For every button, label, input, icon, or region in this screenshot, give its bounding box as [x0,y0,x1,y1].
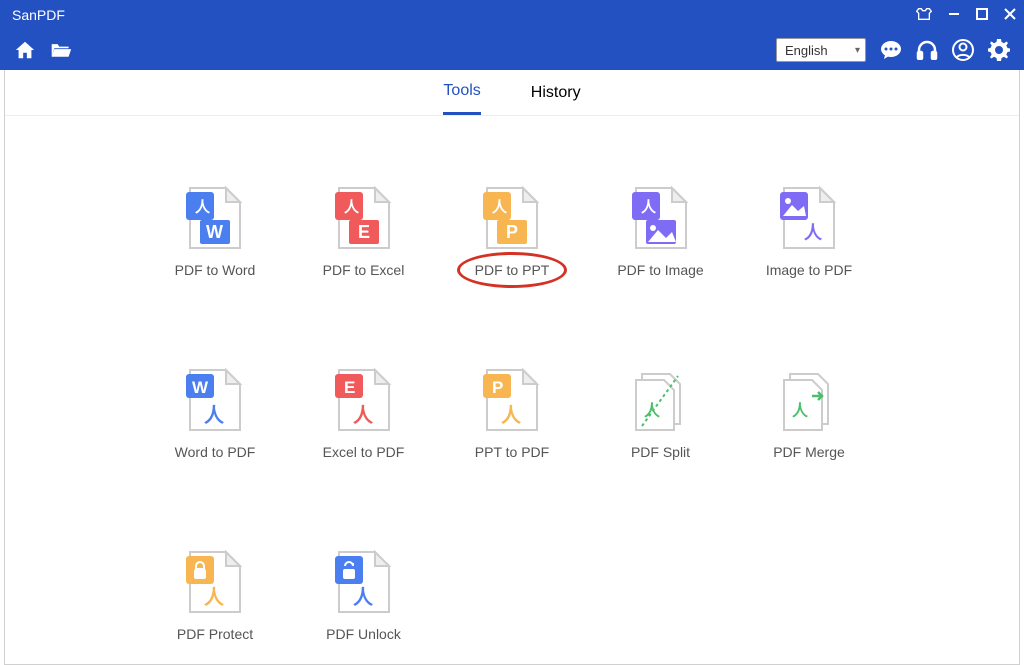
svg-text:人: 人 [344,199,360,216]
svg-text:人: 人 [204,586,225,609]
svg-text:人: 人 [501,404,522,427]
tool-pdf-split[interactable]: 人 PDF Split [591,368,731,460]
tab-tools[interactable]: Tools [443,70,480,115]
pdf-to-image-icon: 人 [632,186,690,252]
home-icon[interactable] [14,39,36,61]
minimize-button[interactable] [948,7,960,23]
word-to-pdf-icon: W 人 [186,368,244,434]
svg-text:P: P [506,222,518,242]
tool-label: Image to PDF [766,262,852,278]
svg-text:人: 人 [353,404,374,427]
tool-excel-to-pdf[interactable]: E 人 Excel to PDF [294,368,434,460]
tshirt-icon[interactable] [916,7,932,24]
svg-text:E: E [358,222,370,242]
svg-text:E: E [344,378,355,397]
tool-pdf-protect[interactable]: 人 PDF Protect [145,550,285,642]
tool-pdf-to-ppt[interactable]: 人 P PDF to PPT [442,186,582,278]
tool-word-to-pdf[interactable]: W 人 Word to PDF [145,368,285,460]
chat-icon[interactable] [880,39,902,61]
pdf-to-excel-icon: 人 E [335,186,393,252]
settings-icon[interactable] [988,39,1010,61]
svg-text:P: P [492,378,503,397]
language-selected: English [785,43,828,58]
tool-label: PDF Split [631,444,690,460]
tool-label: PDF Unlock [326,626,401,642]
tool-pdf-to-word[interactable]: 人 W PDF to Word [145,186,285,278]
tools-grid: 人 W PDF to Word 人 E PDF to Excel 人 [5,116,1019,642]
svg-text:人: 人 [644,402,661,420]
svg-text:人: 人 [492,199,508,216]
svg-text:W: W [192,378,209,397]
tool-image-to-pdf[interactable]: 人 Image to PDF [739,186,879,278]
tool-pdf-to-excel[interactable]: 人 E PDF to Excel [294,186,434,278]
svg-text:W: W [206,222,223,242]
headphones-icon[interactable] [916,39,938,61]
tool-label: PDF to Image [617,262,703,278]
pdf-merge-icon: 人 [780,368,838,434]
tool-label: PDF Merge [773,444,845,460]
pdf-to-ppt-icon: 人 P [483,186,541,252]
toolbar: English [0,30,1024,70]
pdf-split-icon: 人 [632,368,690,434]
tab-history[interactable]: History [531,70,581,115]
svg-text:人: 人 [195,199,211,216]
tool-pdf-to-image[interactable]: 人 PDF to Image [591,186,731,278]
user-icon[interactable] [952,39,974,61]
svg-text:人: 人 [792,402,809,420]
main-content: Tools History 人 W PDF to Word 人 E [4,70,1020,665]
svg-text:人: 人 [353,586,374,609]
excel-to-pdf-icon: E 人 [335,368,393,434]
image-to-pdf-icon: 人 [780,186,838,252]
maximize-button[interactable] [976,7,988,23]
close-button[interactable] [1004,7,1016,23]
title-bar: SanPDF [0,0,1024,30]
tool-label: Word to PDF [175,444,256,460]
tool-ppt-to-pdf[interactable]: P 人 PPT to PDF [442,368,582,460]
tabs: Tools History [5,70,1019,116]
tool-label: PDF Protect [177,626,253,642]
tool-label: Excel to PDF [323,444,405,460]
pdf-to-word-icon: 人 W [186,186,244,252]
tool-label: PDF to Excel [323,262,405,278]
language-select[interactable]: English [776,38,866,62]
window-controls [916,7,1016,24]
tool-pdf-merge[interactable]: 人 PDF Merge [739,368,879,460]
tool-pdf-unlock[interactable]: 人 PDF Unlock [294,550,434,642]
folder-open-icon[interactable] [50,39,72,61]
pdf-unlock-icon: 人 [335,550,393,616]
ppt-to-pdf-icon: P 人 [483,368,541,434]
svg-text:人: 人 [641,199,657,216]
tool-label: PDF to Word [175,262,256,278]
svg-text:人: 人 [204,404,225,427]
tool-label: PPT to PDF [475,444,549,460]
app-title: SanPDF [12,7,65,23]
pdf-protect-icon: 人 [186,550,244,616]
svg-text:人: 人 [804,223,823,243]
highlight-annotation [457,252,567,288]
